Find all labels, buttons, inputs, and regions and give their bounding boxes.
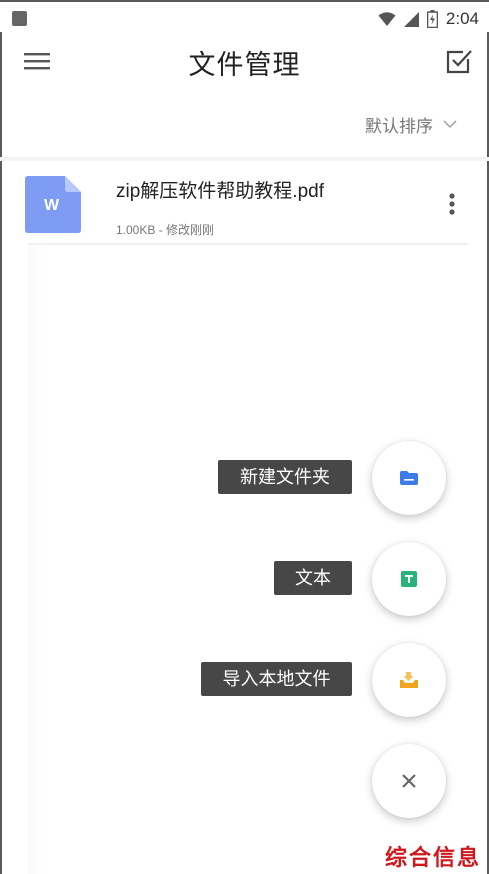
wifi-icon <box>378 11 396 26</box>
signal-icon <box>403 11 419 27</box>
notification-icon <box>12 11 27 26</box>
more-vertical-icon <box>449 193 455 215</box>
status-bar: 2:04 <box>0 2 489 32</box>
text-file-icon <box>401 571 417 587</box>
chevron-down-icon <box>443 120 457 129</box>
more-options-button[interactable] <box>444 191 460 219</box>
battery-icon <box>426 10 438 28</box>
checkbox-icon <box>446 50 472 74</box>
select-mode-button[interactable] <box>444 46 474 76</box>
page-title: 文件管理 <box>188 50 301 80</box>
folder-icon <box>400 471 418 485</box>
status-icons: 2:04 <box>378 7 479 31</box>
new-text-button[interactable] <box>372 542 446 616</box>
app-bar: 文件管理 <box>0 32 489 92</box>
import-icon <box>400 672 418 688</box>
document-icon-letter: W <box>44 197 60 214</box>
list-item[interactable]: W zip解压软件帮助教程.pdf 1.00KB - 修改刚刚 <box>0 161 489 243</box>
row-divider <box>28 243 468 245</box>
close-icon <box>402 774 416 788</box>
sort-dropdown[interactable]: 默认排序 <box>365 112 457 137</box>
new-text-label[interactable]: 文本 <box>274 561 352 595</box>
sort-label: 默认排序 <box>365 117 433 136</box>
watermark: 综合信息 <box>384 845 481 870</box>
close-menu-button[interactable] <box>372 744 446 818</box>
clock: 2:04 <box>445 9 479 28</box>
screen-border-left <box>0 0 2 874</box>
file-meta: 1.00KB - 修改刚刚 <box>116 223 215 237</box>
list-shadow <box>28 245 46 874</box>
import-local-file-label[interactable]: 导入本地文件 <box>201 662 352 696</box>
new-folder-label[interactable]: 新建文件夹 <box>218 460 352 494</box>
import-local-file-button[interactable] <box>372 643 446 717</box>
file-name: zip解压软件帮助教程.pdf <box>116 181 324 202</box>
new-folder-button[interactable] <box>372 441 446 515</box>
